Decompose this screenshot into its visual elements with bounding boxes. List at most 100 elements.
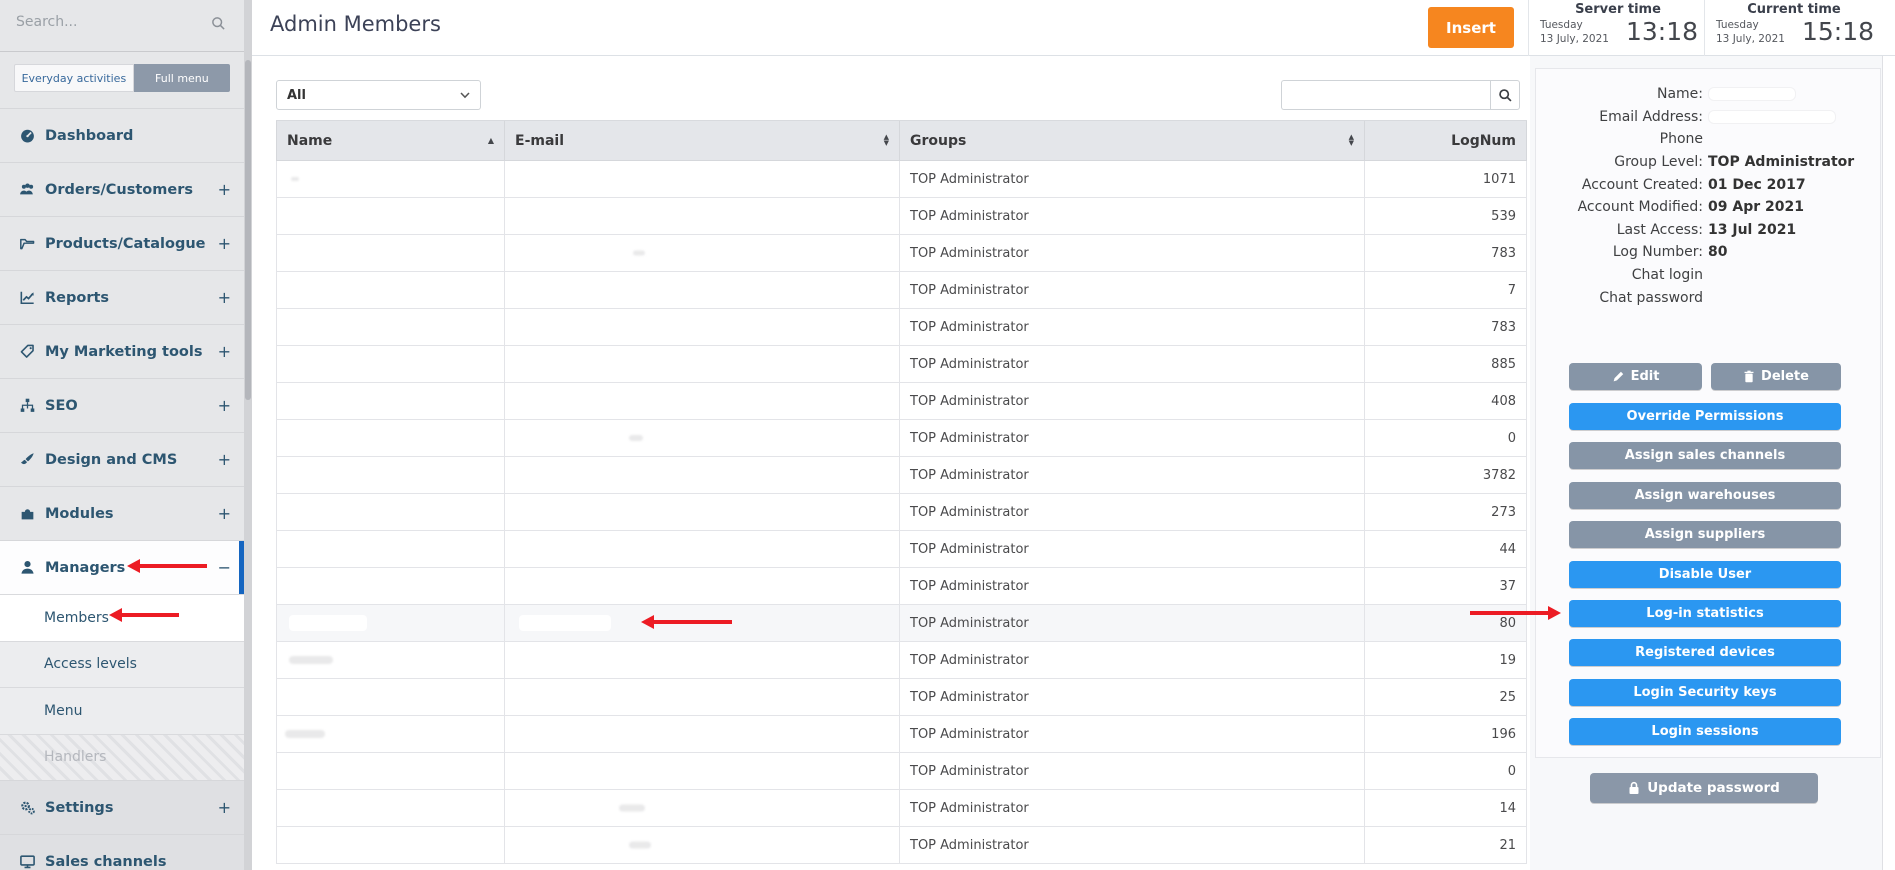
detail-line-chat-login: Chat login: [1631, 267, 1703, 284]
cell-groups: TOP Administrator: [900, 679, 1365, 716]
table-row[interactable]: TOP Administrator 7: [276, 272, 1527, 309]
table-row[interactable]: TOP Administrator 196: [276, 716, 1527, 753]
disable-user-button[interactable]: Disable User: [1569, 560, 1841, 588]
table-search-input[interactable]: [1281, 80, 1490, 110]
table-row[interactable]: TOP Administrator 783: [276, 309, 1527, 346]
column-header-groups[interactable]: Groups ▲ ▼: [900, 121, 1365, 161]
table-row[interactable]: TOP Administrator 1071: [276, 161, 1527, 198]
table-row[interactable]: TOP Administrator 408: [276, 383, 1527, 420]
search-icon[interactable]: [211, 16, 226, 35]
filter-select-value: All: [287, 87, 306, 103]
cell-lognum: 25: [1365, 679, 1527, 716]
cell-groups: TOP Administrator: [900, 790, 1365, 827]
detail-line-phone: Phone: [1659, 131, 1703, 148]
expand-plus-icon: +: [217, 342, 231, 361]
annotation-arrow-login-statistics: [1470, 606, 1561, 620]
sidebar-item-design-and-cms[interactable]: Design and CMS +: [0, 432, 244, 486]
sidebar-search-input[interactable]: [16, 14, 196, 30]
cell-name: [276, 494, 505, 531]
redacted-text: [519, 615, 611, 631]
redaction-smudge: [629, 435, 643, 441]
cell-groups: TOP Administrator: [900, 457, 1365, 494]
insert-button[interactable]: Insert: [1428, 7, 1514, 48]
registered-devices-button[interactable]: Registered devices: [1569, 639, 1841, 667]
cell-groups: TOP Administrator: [900, 272, 1365, 309]
sidebar-item-menu[interactable]: Menu: [0, 687, 244, 734]
sidebar-item-products-catalogue[interactable]: Products/Catalogue +: [0, 216, 244, 270]
table-row[interactable]: TOP Administrator 14: [276, 790, 1527, 827]
redacted-text: [1708, 87, 1796, 102]
column-header-lognum[interactable]: LogNum: [1365, 121, 1527, 161]
cell-name: [276, 790, 505, 827]
table-row[interactable]: TOP Administrator 539: [276, 198, 1527, 235]
column-header-name[interactable]: Name ▲: [276, 121, 505, 161]
sidebar-item-settings[interactable]: Settings +: [0, 780, 244, 834]
sitemap-icon: [20, 398, 34, 412]
assign-suppliers-button[interactable]: Assign suppliers: [1569, 521, 1841, 549]
table-row[interactable]: TOP Administrator 37: [276, 568, 1527, 605]
sidebar-item-modules[interactable]: Modules +: [0, 486, 244, 540]
annotation-arrow-members: [109, 608, 179, 622]
filter-select[interactable]: All: [276, 80, 481, 110]
table-row[interactable]: TOP Administrator 25: [276, 679, 1527, 716]
cell-lognum: 7: [1365, 272, 1527, 309]
server-time-date: Tuesday 13 July, 2021: [1540, 19, 1609, 45]
full-menu-button[interactable]: Full menu: [133, 64, 230, 92]
cell-email: [505, 309, 900, 346]
table-row[interactable]: TOP Administrator 0: [276, 753, 1527, 790]
sidebar-item-orders-customers[interactable]: Orders/Customers +: [0, 162, 244, 216]
cell-email: [505, 531, 900, 568]
page-title: Admin Members: [270, 12, 441, 36]
login-security-keys-button[interactable]: Login Security keys: [1569, 678, 1841, 706]
sidebar-scrollbar-thumb[interactable]: [245, 60, 251, 400]
cell-name: [276, 568, 505, 605]
everyday-activities-button[interactable]: Everyday activities: [14, 64, 134, 92]
delete-button[interactable]: Delete: [1711, 363, 1841, 390]
table-row[interactable]: TOP Administrator 273: [276, 494, 1527, 531]
sidebar-item-dashboard[interactable]: Dashboard: [0, 108, 244, 162]
cell-groups: TOP Administrator: [900, 531, 1365, 568]
cell-lognum: 885: [1365, 346, 1527, 383]
table-search-button[interactable]: [1490, 80, 1520, 110]
table-row[interactable]: TOP Administrator 3782: [276, 457, 1527, 494]
update-password-button[interactable]: Update password: [1590, 773, 1818, 803]
table-row[interactable]: TOP Administrator 44: [276, 531, 1527, 568]
edit-button[interactable]: Edit: [1569, 363, 1702, 390]
sidebar-item-label: Access levels: [44, 656, 137, 673]
sidebar-item-handlers: Handlers: [0, 733, 244, 780]
sidebar-item-access-levels[interactable]: Access levels: [0, 640, 244, 687]
cell-groups: TOP Administrator: [900, 235, 1365, 272]
sidebar-item-label: Products/Catalogue: [45, 235, 206, 252]
assign-warehouses-button[interactable]: Assign warehouses: [1569, 481, 1841, 509]
sidebar-item-sales-channels[interactable]: Sales channels: [0, 834, 244, 870]
sidebar-item-managers[interactable]: Managers −: [0, 540, 244, 594]
table-row[interactable]: TOP Administrator 0: [276, 420, 1527, 457]
cell-email: [505, 827, 900, 864]
server-time-clock: 13:18: [1625, 17, 1698, 46]
sidebar-scrollbar[interactable]: [244, 0, 252, 870]
members-table: Name ▲ E-mail ▲ ▼ Groups ▲ ▼ LogNum TOP Administr…: [276, 120, 1527, 864]
column-header-e-mail[interactable]: E-mail ▲ ▼: [505, 121, 900, 161]
log-in-statistics-button[interactable]: Log-in statistics: [1569, 600, 1841, 627]
sidebar-item-members[interactable]: Members: [0, 594, 244, 641]
detail-line-last-access: Last Access: 13 Jul 2021: [1616, 221, 1797, 238]
table-row-selected[interactable]: TOP Administrator 80: [276, 605, 1527, 642]
current-time-label: Current time: [1747, 2, 1841, 17]
table-row[interactable]: TOP Administrator 783: [276, 235, 1527, 272]
sidebar-item-reports[interactable]: Reports +: [0, 270, 244, 324]
sidebar-menu-toggle: Everyday activities Full menu: [14, 64, 230, 92]
sidebar-item-my-marketing-tools[interactable]: My Marketing tools +: [0, 324, 244, 378]
trash-icon: [1744, 370, 1754, 383]
table-row[interactable]: TOP Administrator 19: [276, 642, 1527, 679]
sidebar-item-seo[interactable]: SEO +: [0, 378, 244, 432]
detail-line-chat-password: Chat password: [1599, 289, 1703, 306]
detail-line-account-modified: Account Modified: 09 Apr 2021: [1577, 199, 1804, 216]
login-sessions-button[interactable]: Login sessions: [1569, 718, 1841, 746]
table-row[interactable]: TOP Administrator 21: [276, 827, 1527, 864]
override-permissions-button[interactable]: Override Permissions: [1569, 403, 1841, 430]
cell-lognum: 196: [1365, 716, 1527, 753]
cell-lognum: 0: [1365, 420, 1527, 457]
assign-sales-channels-button[interactable]: Assign sales channels: [1569, 442, 1841, 470]
cell-groups: TOP Administrator: [900, 716, 1365, 753]
table-row[interactable]: TOP Administrator 885: [276, 346, 1527, 383]
